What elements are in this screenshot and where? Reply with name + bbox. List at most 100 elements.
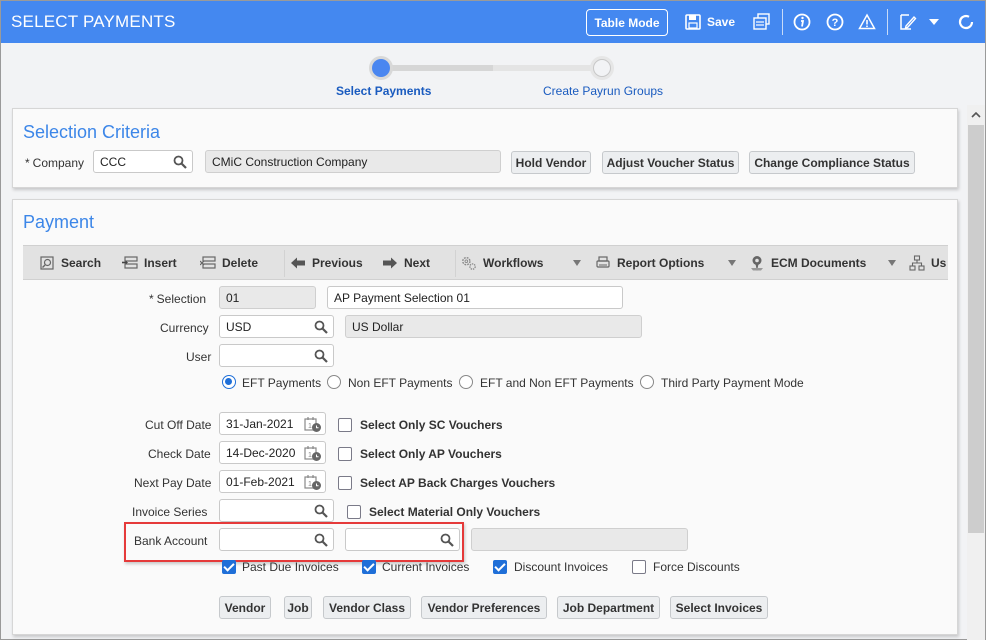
vendor-class-button[interactable]: Vendor Class	[323, 596, 411, 619]
edit-dropdown-button[interactable]	[924, 12, 944, 32]
eft-and-non-eft-payments-label[interactable]: EFT and Non EFT Payments	[480, 376, 634, 390]
company-value: CCC	[100, 155, 126, 169]
workflows-dropdown-icon[interactable]	[573, 260, 581, 266]
third-party-payment-mode-label[interactable]: Third Party Payment Mode	[661, 376, 804, 390]
table-mode-button[interactable]: Table Mode	[586, 9, 668, 36]
next-pay-date-label: Next Pay Date	[134, 476, 212, 490]
past-due-invoices-checkbox[interactable]	[222, 560, 236, 574]
search-icon[interactable]	[440, 533, 454, 547]
calendar-icon[interactable]: 1	[304, 474, 322, 491]
toolbar-divider	[887, 9, 888, 35]
train-label-create-payrun-groups[interactable]: Create Payrun Groups	[543, 84, 663, 98]
help-button[interactable]: ?	[825, 12, 845, 32]
selection-description-input[interactable]: AP Payment Selection 01	[327, 286, 623, 309]
discount-invoices-label[interactable]: Discount Invoices	[514, 560, 608, 574]
toolbar-divider	[455, 250, 456, 277]
vendor-preferences-button[interactable]: Vendor Preferences	[421, 596, 547, 619]
check-date-input[interactable]: 14-Dec-2020 1	[219, 441, 326, 464]
selection-code-field: 01	[219, 286, 316, 309]
selection-label-text: Selection	[156, 292, 207, 306]
force-discounts-checkbox[interactable]	[632, 560, 646, 574]
refresh-button[interactable]	[956, 12, 976, 32]
vendor-button[interactable]: Vendor	[219, 596, 271, 619]
non-eft-payments-radio[interactable]	[327, 375, 341, 389]
user-input[interactable]	[219, 344, 334, 367]
past-due-invoices-label[interactable]: Past Due Invoices	[242, 560, 339, 574]
third-party-payment-mode-radio[interactable]	[640, 375, 654, 389]
ecm-documents-dropdown-icon[interactable]	[888, 260, 896, 266]
search-icon[interactable]	[314, 504, 328, 518]
search-button[interactable]: Search	[39, 255, 101, 271]
select-only-sc-vouchers-label[interactable]: Select Only SC Vouchers	[360, 418, 503, 432]
select-invoices-button[interactable]: Select Invoices	[670, 596, 768, 619]
invoice-series-input[interactable]	[219, 499, 334, 522]
insert-button[interactable]: Insert	[122, 255, 177, 271]
bank-account-secondary-input[interactable]	[345, 528, 460, 551]
company-input[interactable]: CCC	[93, 150, 193, 173]
scrollbar-thumb[interactable]	[968, 125, 984, 533]
bank-account-input[interactable]	[219, 528, 334, 551]
job-button[interactable]: Job	[284, 596, 312, 619]
non-eft-payments-label[interactable]: Non EFT Payments	[348, 376, 452, 390]
warning-button[interactable]	[857, 12, 877, 32]
train-stop-create-payrun-groups[interactable]	[593, 59, 611, 77]
select-only-sc-vouchers-checkbox[interactable]	[338, 418, 352, 432]
arrow-left-icon	[291, 257, 305, 269]
ecm-documents-button[interactable]: ECM Documents	[749, 255, 866, 271]
current-invoices-checkbox[interactable]	[362, 560, 376, 574]
currency-input[interactable]: USD	[219, 315, 334, 338]
next-pay-date-input[interactable]: 01-Feb-2021 1	[219, 470, 326, 493]
cut-off-date-input[interactable]: 31-Jan-2021 1	[219, 412, 326, 435]
required-marker: *	[25, 156, 30, 170]
search-icon[interactable]	[314, 533, 328, 547]
discount-invoices-checkbox[interactable]	[493, 560, 507, 574]
user-button[interactable]: Us	[909, 255, 946, 271]
table-mode-label: Table Mode	[594, 15, 660, 30]
hold-vendor-button[interactable]: Hold Vendor	[511, 151, 591, 174]
eft-and-non-eft-payments-radio[interactable]	[459, 375, 473, 389]
next-button[interactable]: Next	[382, 255, 430, 271]
current-invoices-label[interactable]: Current Invoices	[382, 560, 469, 574]
select-ap-back-charges-vouchers-checkbox[interactable]	[338, 476, 352, 490]
workflows-button[interactable]: Workflows	[461, 255, 543, 271]
save-icon	[685, 14, 701, 30]
report-options-label: Report Options	[617, 256, 705, 270]
search-icon[interactable]	[173, 155, 187, 169]
change-compliance-status-button[interactable]: Change Compliance Status	[749, 151, 915, 174]
select-ap-back-charges-vouchers-label[interactable]: Select AP Back Charges Vouchers	[360, 476, 555, 490]
train-label-select-payments[interactable]: Select Payments	[336, 84, 431, 98]
selection-code-value: 01	[226, 291, 240, 305]
eft-payments-radio[interactable]	[222, 375, 236, 389]
scroll-up-button[interactable]	[967, 105, 985, 125]
user-label: User	[186, 350, 212, 364]
eft-payments-label[interactable]: EFT Payments	[242, 376, 321, 390]
force-discounts-label[interactable]: Force Discounts	[653, 560, 740, 574]
report-options-dropdown-icon[interactable]	[728, 260, 736, 266]
toolbar-divider	[782, 9, 783, 35]
info-button[interactable]	[792, 12, 812, 32]
currency-label: Currency	[160, 321, 209, 335]
select-material-only-vouchers-label[interactable]: Select Material Only Vouchers	[369, 505, 540, 519]
workflows-label: Workflows	[483, 256, 544, 270]
report-options-button[interactable]: Report Options	[595, 255, 704, 271]
train-stop-select-payments[interactable]	[372, 59, 390, 77]
payment-toolbar: Search Insert Delete Previous Next Workf…	[23, 245, 948, 280]
svg-text:1: 1	[308, 452, 312, 459]
delete-button[interactable]: Delete	[200, 255, 258, 271]
select-only-ap-vouchers-checkbox[interactable]	[338, 447, 352, 461]
previous-button[interactable]: Previous	[290, 255, 363, 271]
vertical-scrollbar[interactable]	[967, 105, 985, 640]
calendar-icon[interactable]: 1	[304, 445, 322, 462]
select-material-only-vouchers-checkbox[interactable]	[347, 505, 361, 519]
search-icon[interactable]	[314, 349, 328, 363]
search-icon[interactable]	[314, 320, 328, 334]
calendar-icon[interactable]: 1	[304, 416, 322, 433]
job-department-button[interactable]: Job Department	[557, 596, 660, 619]
ecm-documents-label: ECM Documents	[771, 256, 867, 270]
report-button[interactable]	[752, 12, 772, 32]
adjust-voucher-status-button[interactable]: Adjust Voucher Status	[602, 151, 739, 174]
save-button[interactable]: Save	[685, 14, 735, 30]
edit-button[interactable]	[898, 12, 918, 32]
select-only-ap-vouchers-label[interactable]: Select Only AP Vouchers	[360, 447, 502, 461]
bank-account-name-field	[471, 528, 688, 551]
